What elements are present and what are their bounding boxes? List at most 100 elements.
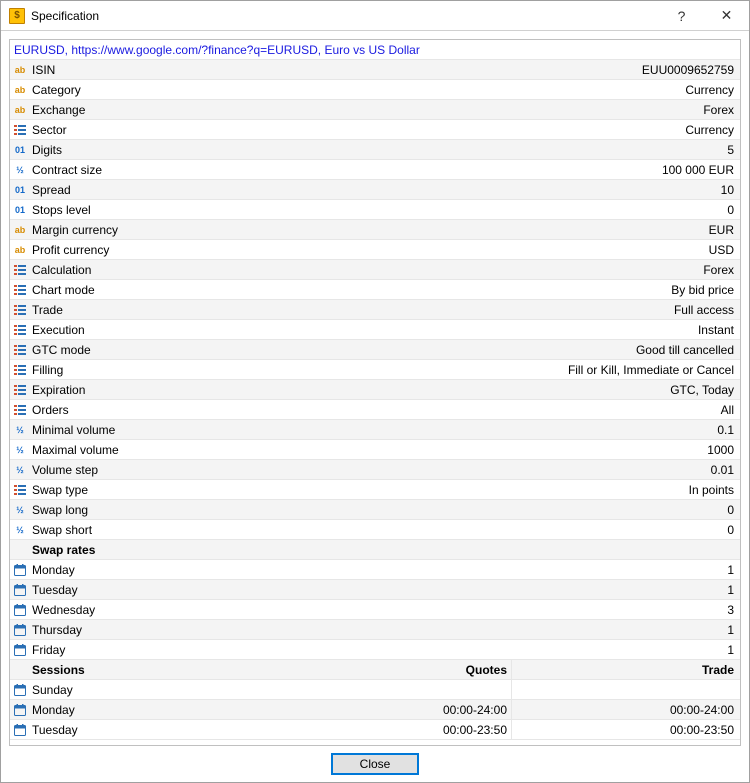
swap-rate-row[interactable]: Thursday1 bbox=[10, 620, 740, 640]
property-row[interactable]: ExecutionInstant bbox=[10, 320, 740, 340]
property-row[interactable]: ab Profit currencyUSD bbox=[10, 240, 740, 260]
prop-label: Contract size bbox=[32, 163, 302, 177]
prop-value: 0 bbox=[302, 203, 734, 217]
prop-value: 0.01 bbox=[302, 463, 734, 477]
swap-rates-header[interactable]: Swap rates bbox=[10, 540, 740, 560]
quotes-value: 00:00-23:50 bbox=[302, 720, 512, 739]
section-title: Swap rates bbox=[32, 543, 734, 557]
prop-value: GTC, Today bbox=[302, 383, 734, 397]
app-icon: $ bbox=[9, 8, 25, 24]
property-row[interactable]: Chart modeBy bid price bbox=[10, 280, 740, 300]
prop-value: All bbox=[302, 403, 734, 417]
titlebar: $ Specification ? ✕ bbox=[1, 1, 749, 31]
integer-icon: 01 bbox=[12, 142, 28, 158]
property-row[interactable]: SectorCurrency bbox=[10, 120, 740, 140]
day-value: 1 bbox=[302, 623, 734, 637]
prop-label: Volume step bbox=[32, 463, 302, 477]
window-title: Specification bbox=[31, 9, 659, 23]
property-row[interactable]: 01Spread10 bbox=[10, 180, 740, 200]
enum-icon bbox=[12, 322, 28, 338]
symbol-link-row[interactable]: EURUSD, https://www.google.com/?finance?… bbox=[10, 40, 740, 60]
prop-label: Maximal volume bbox=[32, 443, 302, 457]
prop-value: 10 bbox=[302, 183, 734, 197]
integer-icon: 01 bbox=[12, 182, 28, 198]
property-row[interactable]: FillingFill or Kill, Immediate or Cancel bbox=[10, 360, 740, 380]
help-button[interactable]: ? bbox=[659, 1, 704, 31]
close-window-button[interactable]: ✕ bbox=[704, 1, 749, 31]
day-label: Tuesday bbox=[32, 723, 302, 737]
property-row[interactable]: ½Minimal volume0.1 bbox=[10, 420, 740, 440]
property-row[interactable]: 01Stops level0 bbox=[10, 200, 740, 220]
sessions-header[interactable]: SessionsQuotesTrade bbox=[10, 660, 740, 680]
fraction-icon: ½ bbox=[12, 442, 28, 458]
section-title: Sessions bbox=[32, 663, 302, 677]
property-row[interactable]: ½Swap short0 bbox=[10, 520, 740, 540]
prop-label: Stops level bbox=[32, 203, 302, 217]
prop-value: 5 bbox=[302, 143, 734, 157]
property-row[interactable]: ½Maximal volume1000 bbox=[10, 440, 740, 460]
swap-rate-row[interactable]: Friday1 bbox=[10, 640, 740, 660]
prop-label: Orders bbox=[32, 403, 302, 417]
close-button[interactable]: Close bbox=[331, 753, 419, 775]
prop-label: Trade bbox=[32, 303, 302, 317]
swap-rate-row[interactable]: Monday1 bbox=[10, 560, 740, 580]
property-row[interactable]: abExchangeForex bbox=[10, 100, 740, 120]
session-row[interactable]: Tuesday00:00-23:5000:00-23:50 bbox=[10, 720, 740, 740]
prop-label: Swap short bbox=[32, 523, 302, 537]
property-row[interactable]: OrdersAll bbox=[10, 400, 740, 420]
enum-icon bbox=[12, 282, 28, 298]
property-row[interactable]: TradeFull access bbox=[10, 300, 740, 320]
quotes-col-header: Quotes bbox=[302, 660, 512, 679]
prop-value: By bid price bbox=[302, 283, 734, 297]
prop-label: GTC mode bbox=[32, 343, 302, 357]
enum-icon bbox=[12, 342, 28, 358]
property-row[interactable]: ExpirationGTC, Today bbox=[10, 380, 740, 400]
enum-icon bbox=[12, 362, 28, 378]
prop-label: Filling bbox=[32, 363, 302, 377]
enum-icon bbox=[12, 482, 28, 498]
fraction-icon: ½ bbox=[12, 462, 28, 478]
calendar-icon bbox=[12, 702, 28, 718]
calendar-icon bbox=[12, 682, 28, 698]
prop-value: 100 000 EUR bbox=[302, 163, 734, 177]
prop-label: Expiration bbox=[32, 383, 302, 397]
property-row[interactable]: abMargin currencyEUR bbox=[10, 220, 740, 240]
calendar-icon bbox=[12, 562, 28, 578]
property-row[interactable]: ½ Volume step0.01 bbox=[10, 460, 740, 480]
trade-col-header: Trade bbox=[512, 663, 734, 677]
property-row[interactable]: Swap typeIn points bbox=[10, 480, 740, 500]
fraction-icon: ½ bbox=[12, 422, 28, 438]
calendar-icon bbox=[12, 582, 28, 598]
property-row[interactable]: ½Contract size100 000 EUR bbox=[10, 160, 740, 180]
day-label: Monday bbox=[32, 703, 302, 717]
spec-grid[interactable]: EURUSD, https://www.google.com/?finance?… bbox=[10, 40, 740, 745]
symbol-link: EURUSD, https://www.google.com/?finance?… bbox=[10, 43, 734, 57]
calendar-icon bbox=[12, 642, 28, 658]
session-row[interactable]: Sunday bbox=[10, 680, 740, 700]
prop-value: USD bbox=[302, 243, 734, 257]
property-row[interactable]: abCategoryCurrency bbox=[10, 80, 740, 100]
prop-label: Profit currency bbox=[32, 243, 302, 257]
day-label: Thursday bbox=[32, 623, 302, 637]
calendar-icon bbox=[12, 722, 28, 738]
day-value: 3 bbox=[302, 603, 734, 617]
prop-value: 0 bbox=[302, 523, 734, 537]
swap-rate-row[interactable]: Wednesday3 bbox=[10, 600, 740, 620]
property-row[interactable]: GTC modeGood till cancelled bbox=[10, 340, 740, 360]
property-row[interactable]: 01Digits5 bbox=[10, 140, 740, 160]
property-row[interactable]: ½Swap long0 bbox=[10, 500, 740, 520]
day-value: 1 bbox=[302, 563, 734, 577]
prop-value: 0 bbox=[302, 503, 734, 517]
prop-value: Forex bbox=[302, 263, 734, 277]
property-row[interactable]: abISINEUU0009652759 bbox=[10, 60, 740, 80]
prop-label: Execution bbox=[32, 323, 302, 337]
swap-rate-row[interactable]: Tuesday1 bbox=[10, 580, 740, 600]
prop-value: Fill or Kill, Immediate or Cancel bbox=[302, 363, 734, 377]
session-row[interactable]: Monday00:00-24:0000:00-24:00 bbox=[10, 700, 740, 720]
text-field-icon: ab bbox=[12, 222, 28, 238]
prop-value: Instant bbox=[302, 323, 734, 337]
property-row[interactable]: CalculationForex bbox=[10, 260, 740, 280]
text-field-icon: ab bbox=[12, 242, 28, 258]
trade-value: 00:00-24:00 bbox=[512, 703, 734, 717]
specification-dialog: $ Specification ? ✕ EURUSD, https://www.… bbox=[0, 0, 750, 783]
